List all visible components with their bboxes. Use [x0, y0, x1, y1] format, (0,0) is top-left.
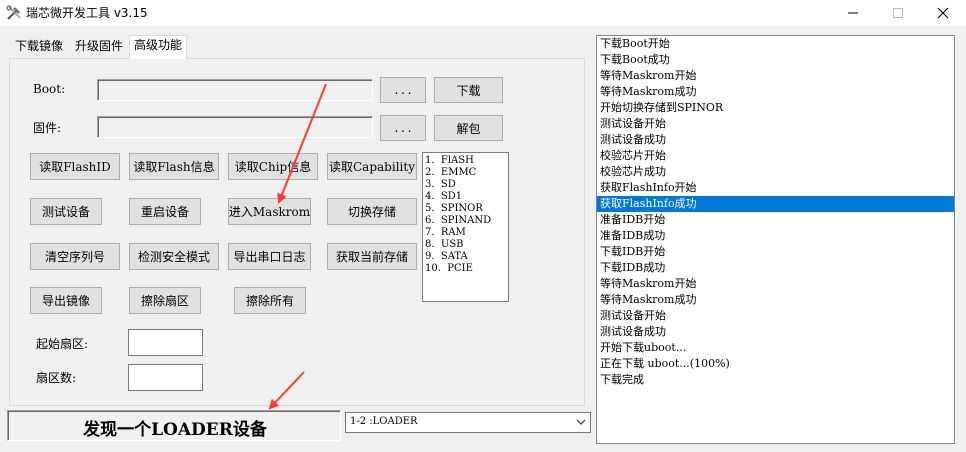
storage-item-flash[interactable]: 1. FlASH [425, 155, 508, 167]
title-bar: 瑞芯微开发工具 v3.15 [0, 0, 966, 26]
storage-list[interactable]: 1. FlASH 2. EMMC 3. SD 4. SD1 5. SPINOR … [422, 152, 509, 302]
log-line[interactable]: 校验芯片成功 [597, 164, 954, 180]
reset-device-button[interactable]: 重启设备 [129, 198, 201, 225]
log-line[interactable]: 准备IDB成功 [597, 228, 954, 244]
firmware-browse-button[interactable]: ... [380, 115, 426, 141]
log-line[interactable]: 等待Maskrom成功 [597, 84, 954, 100]
export-serial-log-button[interactable]: 导出串口日志 [228, 243, 311, 270]
sector-count-label: 扇区数: [36, 371, 77, 385]
switch-storage-button[interactable]: 切换存储 [327, 198, 417, 225]
chevron-down-icon [576, 419, 586, 425]
log-list[interactable]: 下载Boot开始 下载Boot成功 等待Maskrom开始 等待Maskrom成功 开始… [596, 35, 955, 444]
check-secure-mode-button[interactable]: 检测安全模式 [129, 243, 219, 270]
start-sector-field[interactable] [128, 329, 203, 356]
storage-item-sd1[interactable]: 4. SD1 [425, 191, 508, 203]
start-sector-label: 起始扇区: [36, 337, 89, 351]
tab-upgrade-firmware[interactable]: 升级固件 [71, 37, 128, 57]
boot-path-field[interactable] [97, 79, 373, 101]
log-line[interactable]: 测试设备成功 [597, 324, 954, 340]
sector-count-field[interactable] [128, 364, 203, 391]
minimize-icon [848, 12, 858, 14]
close-icon [937, 7, 949, 19]
erase-all-button[interactable]: 擦除所有 [234, 287, 306, 314]
firmware-path-field[interactable] [97, 116, 373, 138]
tab-download-image[interactable]: 下载镜像 [11, 37, 68, 57]
log-line[interactable]: 获取FlashInfo开始 [597, 180, 954, 196]
read-chip-info-button[interactable]: 读取Chip信息 [228, 153, 318, 180]
close-button[interactable] [920, 0, 966, 26]
log-line[interactable]: 等待Maskrom开始 [597, 68, 954, 84]
log-line[interactable]: 下载IDB开始 [597, 244, 954, 260]
log-line[interactable]: 准备IDB开始 [597, 212, 954, 228]
tools-icon [6, 5, 21, 20]
read-flash-info-button[interactable]: 读取Flash信息 [129, 153, 219, 180]
log-line[interactable]: 测试设备成功 [597, 132, 954, 148]
log-line[interactable]: 测试设备开始 [597, 308, 954, 324]
storage-item-ram[interactable]: 7. RAM [425, 227, 508, 239]
log-line[interactable]: 校验芯片开始 [597, 148, 954, 164]
boot-browse-button[interactable]: ... [380, 77, 426, 103]
storage-item-spinand[interactable]: 6. SPINAND [425, 215, 508, 227]
download-button[interactable]: 下载 [434, 77, 503, 103]
boot-label: Boot: [33, 82, 66, 96]
storage-item-sata[interactable]: 9. SATA [425, 251, 508, 263]
log-line[interactable]: 开始下载uboot... [597, 340, 954, 356]
clear-serial-button[interactable]: 清空序列号 [30, 243, 120, 270]
log-line[interactable]: 下载IDB成功 [597, 260, 954, 276]
status-bar: 发现一个LOADER设备 [7, 410, 341, 441]
storage-item-emmc[interactable]: 2. EMMC [425, 167, 508, 179]
storage-item-spinor[interactable]: 5. SPINOR [425, 203, 508, 215]
minimize-button[interactable] [830, 0, 876, 26]
log-line[interactable]: 开始切换存储到SPINOR [597, 100, 954, 116]
erase-sector-button[interactable]: 擦除扇区 [129, 287, 201, 314]
device-select-value: 1-2 :LOADER [350, 416, 418, 427]
window-title: 瑞芯微开发工具 v3.15 [26, 6, 148, 20]
log-line[interactable]: 等待Maskrom成功 [597, 292, 954, 308]
storage-item-pcie[interactable]: 10. PCIE [425, 263, 508, 275]
log-line[interactable]: 等待Maskrom开始 [597, 276, 954, 292]
read-capability-button[interactable]: 读取Capability [327, 153, 417, 180]
log-line[interactable]: 下载完成 [597, 372, 954, 388]
get-current-storage-button[interactable]: 获取当前存储 [327, 243, 417, 270]
maximize-button[interactable] [875, 0, 921, 26]
unpack-button[interactable]: 解包 [434, 115, 503, 141]
test-device-button[interactable]: 测试设备 [30, 198, 102, 225]
maximize-icon [893, 8, 903, 18]
export-image-button[interactable]: 导出镜像 [30, 287, 102, 314]
log-line[interactable]: 测试设备开始 [597, 116, 954, 132]
log-line[interactable]: 下载Boot成功 [597, 52, 954, 68]
log-line[interactable]: 获取FlashInfo成功 [597, 196, 954, 212]
read-flash-id-button[interactable]: 读取FlashID [30, 153, 120, 180]
log-line[interactable]: 正在下载 uboot...(100%) [597, 356, 954, 372]
device-select[interactable]: 1-2 :LOADER [345, 412, 591, 433]
tab-advanced[interactable]: 高级功能 [129, 35, 188, 59]
firmware-label: 固件: [33, 121, 62, 135]
enter-maskrom-button[interactable]: 进入Maskrom [228, 198, 311, 225]
storage-item-sd[interactable]: 3. SD [425, 179, 508, 191]
status-message: 发现一个LOADER设备 [83, 420, 267, 440]
storage-item-usb[interactable]: 8. USB [425, 239, 508, 251]
log-line[interactable]: 下载Boot开始 [597, 36, 954, 52]
